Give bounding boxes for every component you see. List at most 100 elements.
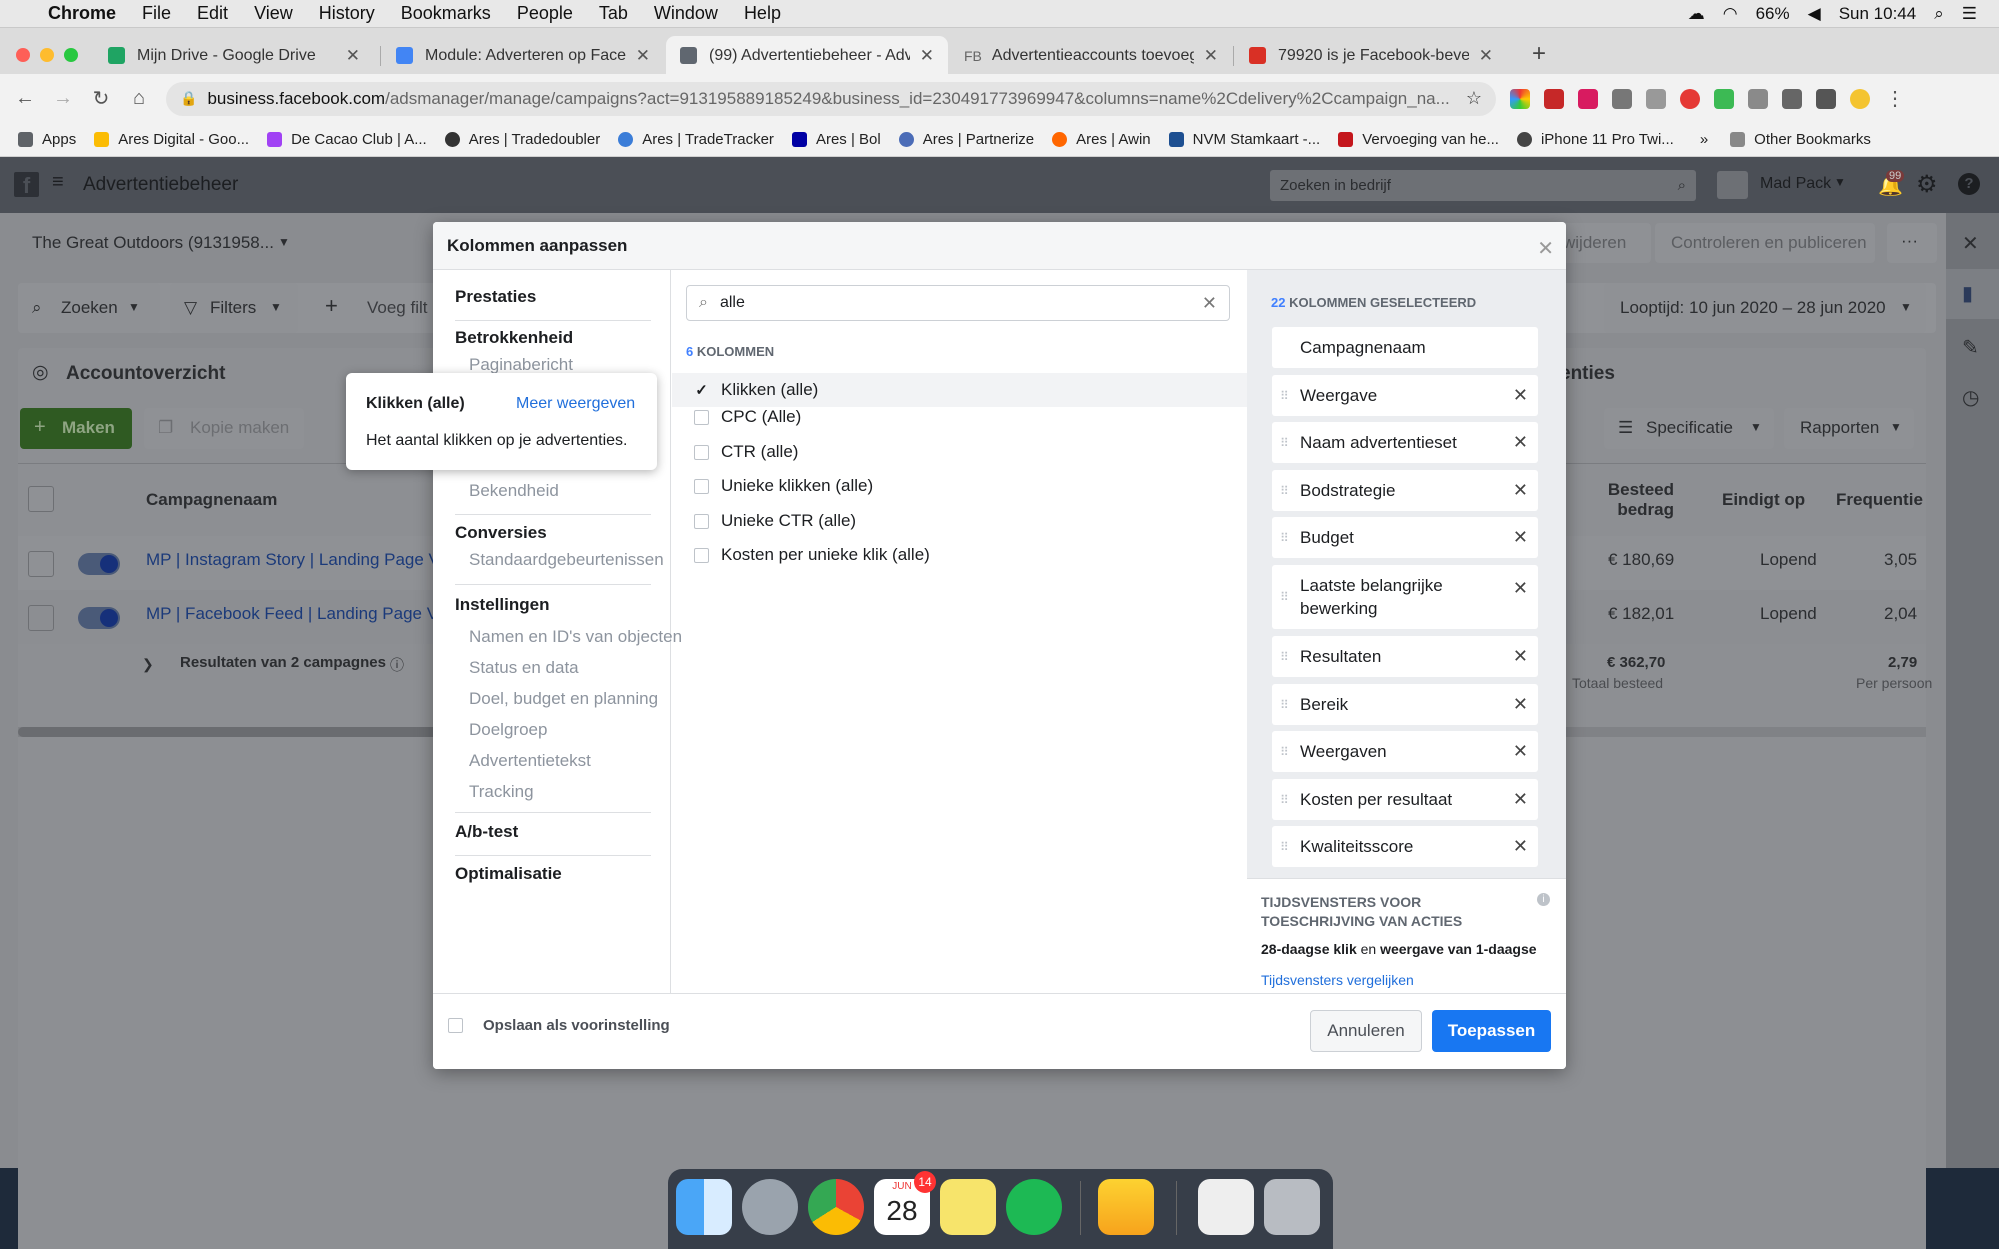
menu-view[interactable]: View xyxy=(254,3,293,24)
reports-button[interactable]: Rapporten ▼ xyxy=(1784,408,1914,449)
menu-tab[interactable]: Tab xyxy=(599,3,628,24)
breakdown-button[interactable]: ☰ Specificatie ▼ xyxy=(1604,408,1774,449)
new-tab-icon[interactable]: + xyxy=(1532,40,1546,68)
category-engagement[interactable]: Betrokkenheid xyxy=(455,328,573,348)
extension-icon[interactable] xyxy=(1578,88,1598,109)
subcategory-tracking[interactable]: Tracking xyxy=(469,782,534,802)
notes-icon[interactable] xyxy=(940,1179,996,1235)
bookmark-star-icon[interactable]: ☆ xyxy=(1466,88,1482,109)
remove-column-icon[interactable]: ✕ xyxy=(1513,431,1528,454)
cancel-button[interactable]: Annuleren xyxy=(1310,1010,1422,1052)
category-settings[interactable]: Instellingen xyxy=(455,595,549,615)
menu-edit[interactable]: Edit xyxy=(197,3,228,24)
selected-column[interactable]: ⠿ Resultaten ✕ xyxy=(1272,636,1538,677)
subcategory-status-dates[interactable]: Status en data xyxy=(469,658,579,678)
drag-handle-icon[interactable]: ⠿ xyxy=(1280,699,1292,711)
bookmark-item[interactable]: De Cacao Club | A... xyxy=(267,131,427,148)
subcategory-names-ids[interactable]: Namen en ID's van objecten xyxy=(469,627,682,647)
chrome-icon[interactable] xyxy=(808,1179,864,1235)
selected-column[interactable]: ⠿ Weergave ✕ xyxy=(1272,375,1538,416)
help-icon[interactable]: ? xyxy=(1958,173,1980,195)
facebook-logo-icon[interactable]: f xyxy=(14,172,39,198)
bookmark-apps[interactable]: Apps xyxy=(18,131,76,148)
selected-column[interactable]: ⠿ Kwaliteitsscore ✕ xyxy=(1272,826,1538,867)
selected-column[interactable]: ⠿ Naam advertentieset ✕ xyxy=(1272,422,1538,463)
extension-icon[interactable] xyxy=(1544,88,1564,109)
chrome-menu-icon[interactable]: ⋮ xyxy=(1882,86,1908,111)
sketch-icon[interactable] xyxy=(1098,1179,1154,1235)
bookmark-item[interactable]: Ares | Partnerize xyxy=(898,131,1034,148)
column-option[interactable]: Unieke klikken (alle) xyxy=(672,469,1247,503)
add-filter-label[interactable]: Voeg filt xyxy=(367,298,428,318)
wifi-icon[interactable]: ◠ xyxy=(1723,4,1738,24)
search-button[interactable]: ⌕ Zoeken ▼ xyxy=(18,283,160,333)
campaign-name-link[interactable]: MP | Facebook Feed | Landing Page V xyxy=(146,604,438,624)
category-conversions[interactable]: Conversies xyxy=(455,523,547,543)
edit-pencil-icon[interactable]: ✎ xyxy=(1962,335,1979,360)
settings-gear-icon[interactable]: ⚙ xyxy=(1916,170,1938,199)
save-preset-label[interactable]: Opslaan als voorinstelling xyxy=(483,1017,670,1034)
column-option[interactable]: CTR (alle) xyxy=(672,435,1247,469)
home-icon[interactable]: ⌂ xyxy=(126,87,152,110)
browser-tab-active[interactable]: (99) Advertentiebeheer - Adve ✕ xyxy=(666,36,948,75)
bookmark-item[interactable]: Ares Digital - Goo... xyxy=(94,131,249,148)
account-name[interactable]: Mad Pack xyxy=(1760,175,1831,193)
date-range-picker[interactable]: Looptijd: 10 jun 2020 – 28 jun 2020 ▼ xyxy=(1604,283,1926,333)
subcategory-audience[interactable]: Doelgroep xyxy=(469,720,547,740)
column-header-name[interactable]: Campagnenaam xyxy=(146,490,277,510)
business-avatar[interactable] xyxy=(1717,171,1748,199)
minimize-window-icon[interactable] xyxy=(40,48,54,62)
checkbox[interactable] xyxy=(694,409,709,425)
info-icon[interactable]: ⓘ xyxy=(390,655,404,675)
expand-chevron-icon[interactable]: ❯ xyxy=(142,656,154,673)
checkbox[interactable] xyxy=(694,444,709,460)
extension-icon[interactable] xyxy=(1510,88,1530,109)
select-all-checkbox[interactable] xyxy=(28,486,54,512)
row-checkbox[interactable] xyxy=(28,605,54,631)
selected-column[interactable]: ⠿ Kosten per resultaat ✕ xyxy=(1272,779,1538,820)
selected-column[interactable]: ⠿ Bereik ✕ xyxy=(1272,684,1538,725)
menu-file[interactable]: File xyxy=(142,3,171,24)
browser-tab[interactable]: Mijn Drive - Google Drive ✕ xyxy=(94,36,374,75)
remove-column-icon[interactable]: ✕ xyxy=(1513,479,1528,502)
bookmark-item[interactable]: Ares | TradeTracker xyxy=(618,131,774,148)
compare-windows-link[interactable]: Tijdsvensters vergelijken xyxy=(1261,972,1414,988)
forward-icon[interactable]: → xyxy=(50,87,76,110)
bookmark-item[interactable]: iPhone 11 Pro Twi... xyxy=(1516,131,1674,148)
spotlight-icon[interactable]: ⌕ xyxy=(1934,4,1944,24)
subcategory-objective-budget[interactable]: Doel, budget en planning xyxy=(469,689,658,709)
close-dialog-icon[interactable]: ✕ xyxy=(1537,236,1554,261)
subcategory-awareness[interactable]: Bekendheid xyxy=(469,481,559,501)
column-header-frequency[interactable]: Frequentie xyxy=(1836,490,1923,510)
selected-column[interactable]: ⠿ Bodstrategie ✕ xyxy=(1272,470,1538,511)
tooltip-more-link[interactable]: Meer weergeven xyxy=(516,395,635,413)
subcategory-ad-creative[interactable]: Advertentietekst xyxy=(469,751,591,771)
category-ab-test[interactable]: A/b-test xyxy=(455,822,518,842)
extension-icon[interactable] xyxy=(1646,88,1666,109)
menu-app-name[interactable]: Chrome xyxy=(48,3,116,24)
column-option[interactable]: CPC (Alle) xyxy=(672,400,1247,434)
volume-icon[interactable]: ◀ xyxy=(1808,4,1821,24)
extension-icon[interactable] xyxy=(1612,88,1632,109)
clock[interactable]: Sun 10:44 xyxy=(1839,4,1917,24)
selected-column[interactable]: ⠿ Weergaven ✕ xyxy=(1272,731,1538,772)
reload-icon[interactable]: ↻ xyxy=(88,86,114,111)
browser-tab[interactable]: FB Advertentieaccounts toevoege ✕ xyxy=(950,36,1232,75)
bookmark-item[interactable]: Ares | Awin xyxy=(1052,131,1151,148)
remove-column-icon[interactable]: ✕ xyxy=(1513,384,1528,407)
chevron-down-icon[interactable]: ▼ xyxy=(278,235,290,249)
finder-icon[interactable] xyxy=(676,1179,732,1235)
drag-handle-icon[interactable]: ⠿ xyxy=(1280,746,1292,758)
calendar-icon[interactable]: JUN 28 14 xyxy=(874,1171,936,1235)
battery-percent[interactable]: 66% xyxy=(1756,4,1790,24)
remove-column-icon[interactable]: ✕ xyxy=(1513,788,1528,811)
browser-tab[interactable]: Module: Adverteren op Faceboo ✕ xyxy=(382,36,664,75)
maximize-window-icon[interactable] xyxy=(64,48,78,62)
close-tab-icon[interactable]: ✕ xyxy=(346,46,360,66)
browser-tab[interactable]: 79920 is je Facebook-bevestig ✕ xyxy=(1235,36,1507,75)
close-tab-icon[interactable]: ✕ xyxy=(1479,46,1493,66)
filters-button[interactable]: ▽ Filters ▼ xyxy=(170,283,298,333)
column-header-spent[interactable]: Besteed bedrag xyxy=(1594,480,1674,520)
bookmark-item[interactable]: Vervoeging van he... xyxy=(1338,131,1499,148)
close-tab-icon[interactable]: ✕ xyxy=(920,46,934,66)
